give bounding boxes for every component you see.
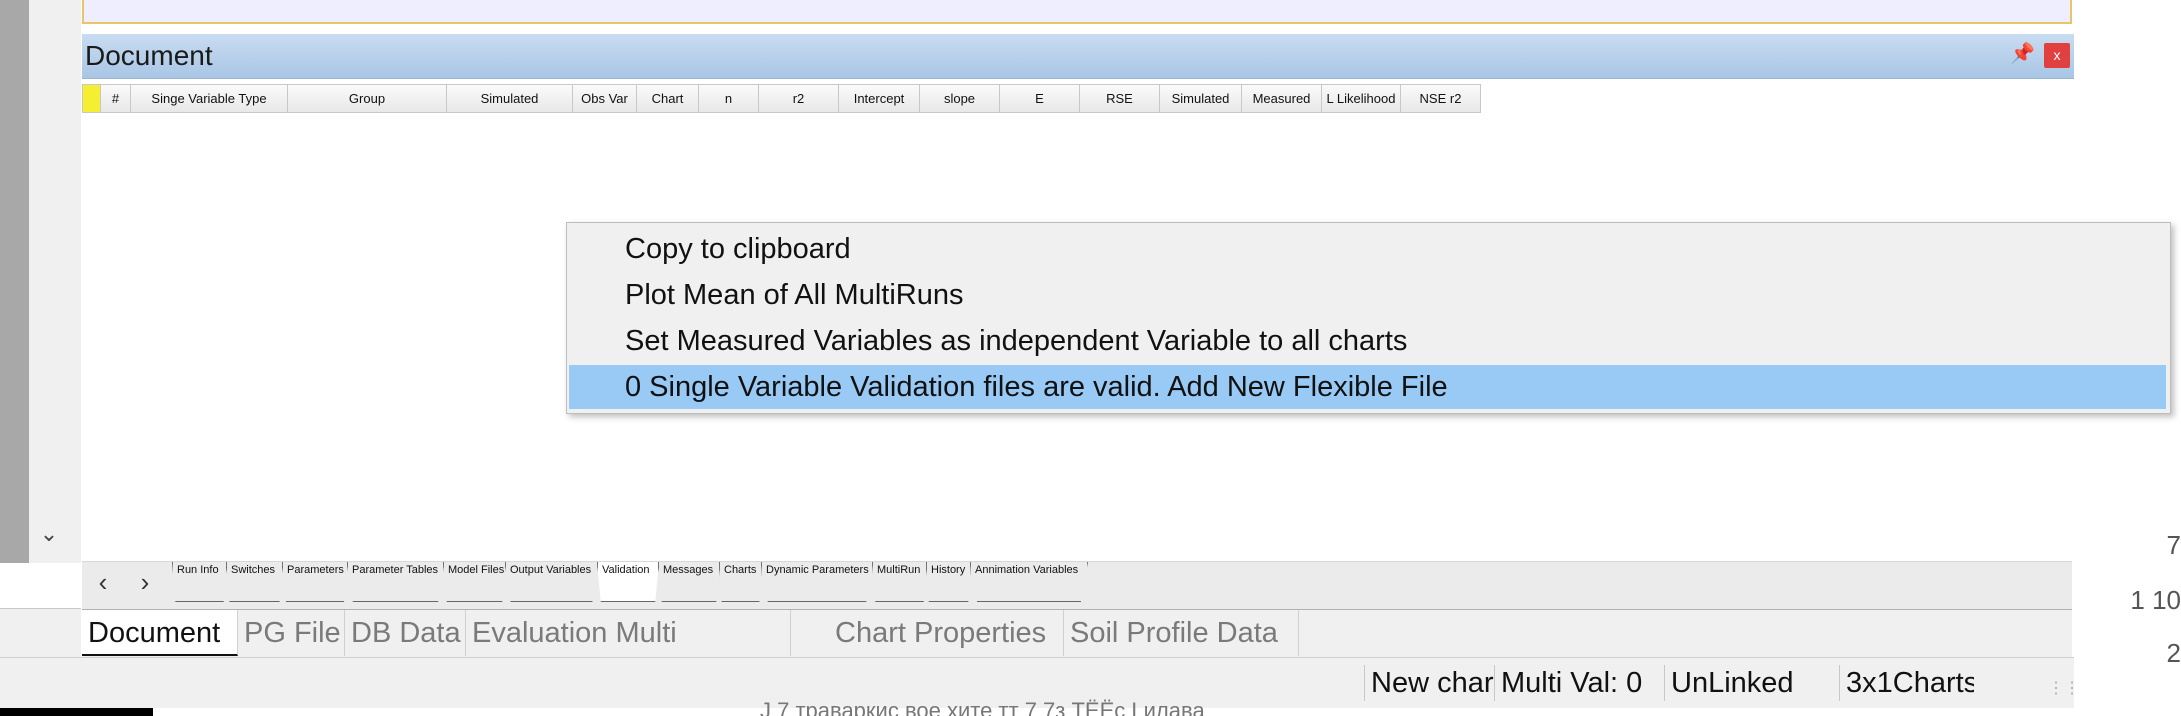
grid-column-header[interactable]: NSE r2 [1401, 84, 1481, 113]
tab-chart-properties[interactable]: Chart Properties [829, 610, 1064, 656]
grid-column-header[interactable]: Obs Var [573, 84, 637, 113]
grid-column-header[interactable]: # [101, 84, 131, 113]
menu-item-add-flexible-file[interactable]: 0 Single Variable Validation files are v… [569, 365, 2166, 409]
grid-column-header[interactable]: Measured [1242, 84, 1322, 113]
menu-item-plot-mean[interactable]: Plot Mean of All MultiRuns [569, 273, 2166, 317]
sheet-tabs: Run Info Switches Parameters Parameter T… [172, 562, 1088, 607]
tab-evaluation-multi[interactable]: Evaluation Multi [466, 610, 791, 656]
upper-pane-edit[interactable] [82, 0, 2072, 24]
tab-pg-file[interactable]: PG File [238, 610, 345, 656]
row-selector-header[interactable] [82, 84, 101, 113]
validation-grid-header: # Singe Variable Type Group Simulated Ob… [82, 84, 1481, 113]
background-number: 7 [2166, 530, 2181, 560]
grid-column-header[interactable]: L Likelihood [1322, 84, 1401, 113]
left-panel [29, 0, 81, 563]
grid-column-header[interactable]: Group [288, 84, 447, 113]
sheet-tab-annimation-variables[interactable]: Annimation Variables [970, 562, 1088, 602]
chevron-left-icon[interactable]: ‹ [92, 569, 114, 596]
tab-document[interactable]: Document [82, 610, 238, 656]
grid-column-header[interactable]: n [699, 84, 759, 113]
grid-column-header[interactable]: Simulated [447, 84, 573, 113]
sheet-tab-run-info[interactable]: Run Info [172, 562, 227, 602]
document-title: Document [85, 40, 213, 71]
menu-item-copy-to-clipboard[interactable]: Copy to clipboard [569, 227, 2166, 271]
sheet-tab-parameters[interactable]: Parameters [282, 562, 348, 602]
grid-column-header[interactable]: Simulated [1160, 84, 1242, 113]
status-link: UnLinked [1664, 665, 1839, 701]
grid-column-header[interactable]: Singe Variable Type [131, 84, 288, 113]
chevron-down-icon[interactable]: ⌄ [37, 522, 61, 546]
tab-soil-profile-data[interactable]: Soil Profile Data [1064, 610, 1299, 656]
resize-grip-icon[interactable]: ⋮⋮ [2048, 678, 2080, 698]
sheet-tab-charts[interactable]: Charts [719, 562, 762, 602]
grid-column-header[interactable]: Intercept [839, 84, 920, 113]
sheet-tab-strip: ‹ › Run Info Switches Parameters Paramet… [82, 561, 2072, 609]
status-multi-val: Multi Val: 0 [1494, 665, 1664, 701]
sheet-tab-dynamic-parameters[interactable]: Dynamic Parameters [761, 562, 873, 602]
grid-column-header[interactable]: E [1000, 84, 1080, 113]
tab-db-data[interactable]: DB Data [345, 610, 466, 656]
sheet-tab-multirun[interactable]: MultiRun [872, 562, 927, 602]
sheet-tab-messages[interactable]: Messages [658, 562, 720, 602]
sheet-tab-history[interactable]: History [926, 562, 971, 602]
context-menu: Copy to clipboard Plot Mean of All Multi… [566, 222, 2171, 414]
status-chart-layout: 3x1Charts [1839, 665, 1974, 701]
background-number: 2 [2166, 638, 2181, 668]
main-tab-bar: Document PG File DB Data Evaluation Mult… [82, 609, 2072, 658]
sheet-tab-parameter-tables[interactable]: Parameter Tables [347, 562, 444, 602]
left-panel-bar [0, 0, 29, 563]
document-pane-header: Document 📌 x [82, 34, 2074, 79]
background-window-row: J 7 траваркис вое xите тт 7 7з ТЁЁс Lила… [760, 698, 1205, 716]
grid-column-header[interactable]: slope [920, 84, 1000, 113]
close-icon[interactable]: x [2044, 43, 2070, 68]
grid-column-header[interactable]: Chart [637, 84, 699, 113]
menu-item-set-measured-variables[interactable]: Set Measured Variables as independent Va… [569, 319, 2166, 363]
status-new-chart: New chart [1364, 665, 1494, 701]
background-number: 1 10 [2130, 585, 2181, 615]
sheet-tab-validation[interactable]: Validation [597, 562, 659, 602]
grid-column-header[interactable]: RSE [1080, 84, 1160, 113]
pin-icon[interactable]: 📌 [2010, 42, 2035, 66]
sheet-tab-switches[interactable]: Switches [226, 562, 283, 602]
sheet-tab-model-files[interactable]: Model Files [443, 562, 506, 602]
grid-column-header[interactable]: r2 [759, 84, 839, 113]
chevron-right-icon[interactable]: › [134, 569, 156, 596]
sheet-tab-output-variables[interactable]: Output Variables [505, 562, 598, 602]
